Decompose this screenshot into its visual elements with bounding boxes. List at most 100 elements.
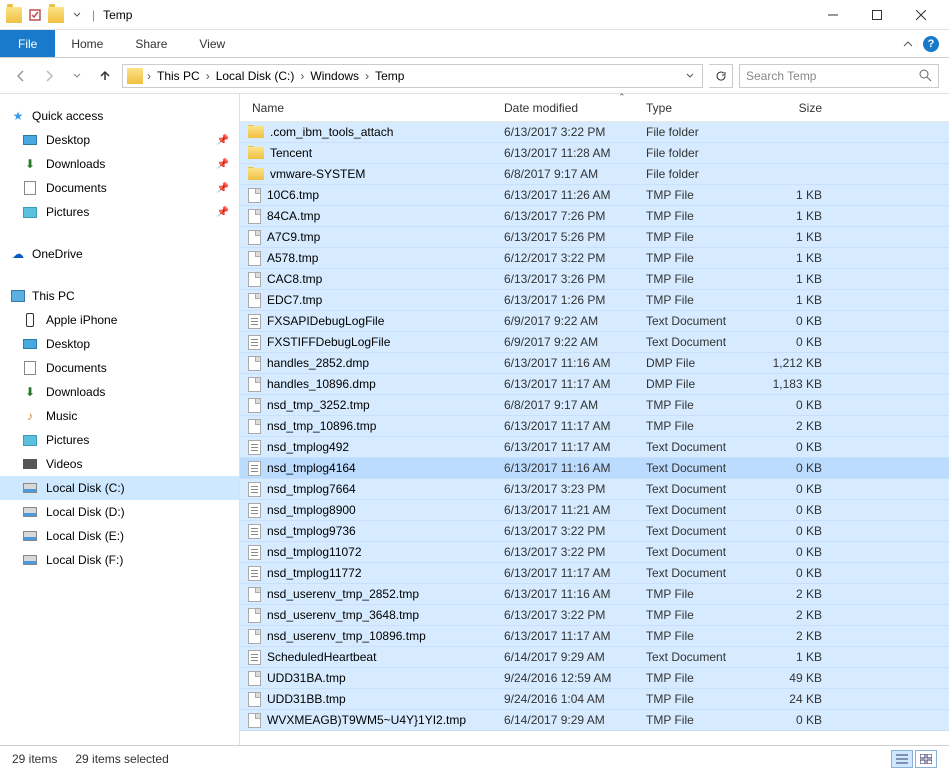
column-header-type[interactable]: Type [646, 101, 754, 115]
file-row[interactable]: handles_10896.dmp 6/13/2017 11:17 AM DMP… [240, 374, 949, 395]
details-view-button[interactable] [891, 750, 913, 768]
sidebar-item[interactable]: ♪ Music [0, 404, 239, 428]
file-row[interactable]: nsd_tmplog9736 6/13/2017 3:22 PM Text Do… [240, 521, 949, 542]
file-icon [248, 377, 261, 392]
share-tab[interactable]: Share [119, 30, 183, 57]
disk-icon [22, 504, 38, 520]
file-name: UDD31BB.tmp [267, 692, 346, 706]
file-row[interactable]: UDD31BA.tmp 9/24/2016 12:59 AM TMP File … [240, 668, 949, 689]
sidebar-item[interactable]: Documents [0, 356, 239, 380]
file-name: Tencent [270, 146, 312, 160]
close-button[interactable] [899, 1, 943, 29]
file-row[interactable]: handles_2852.dmp 6/13/2017 11:16 AM DMP … [240, 353, 949, 374]
file-row[interactable]: FXSAPIDebugLogFile 6/9/2017 9:22 AM Text… [240, 311, 949, 332]
ribbon-expand-icon[interactable] [903, 39, 913, 49]
this-pc-header[interactable]: This PC [0, 284, 239, 308]
sidebar-item[interactable]: ⬇ Downloads [0, 380, 239, 404]
chevron-right-icon[interactable]: › [204, 69, 212, 83]
file-row[interactable]: Tencent 6/13/2017 11:28 AM File folder [240, 143, 949, 164]
qa-dropdown-icon[interactable] [66, 4, 88, 26]
file-row[interactable]: FXSTIFFDebugLogFile 6/9/2017 9:22 AM Tex… [240, 332, 949, 353]
breadcrumb-windows[interactable]: Windows [306, 65, 363, 87]
maximize-button[interactable] [855, 1, 899, 29]
file-row[interactable]: A7C9.tmp 6/13/2017 5:26 PM TMP File 1 KB [240, 227, 949, 248]
file-row[interactable]: nsd_userenv_tmp_3648.tmp 6/13/2017 3:22 … [240, 605, 949, 626]
file-row[interactable]: nsd_tmplog492 6/13/2017 11:17 AM Text Do… [240, 437, 949, 458]
chevron-right-icon[interactable]: › [363, 69, 371, 83]
file-row[interactable]: nsd_tmp_3252.tmp 6/8/2017 9:17 AM TMP Fi… [240, 395, 949, 416]
breadcrumb-this-pc[interactable]: This PC [153, 65, 204, 87]
column-header-size[interactable]: Size [754, 101, 832, 115]
file-icon [248, 419, 261, 434]
forward-button[interactable] [38, 65, 60, 87]
sidebar-item-label: Documents [46, 361, 107, 375]
breadcrumb-drive[interactable]: Local Disk (C:) [212, 65, 299, 87]
file-row[interactable]: A578.tmp 6/12/2017 3:22 PM TMP File 1 KB [240, 248, 949, 269]
file-icon [248, 713, 261, 728]
quick-access-header[interactable]: ★ Quick access [0, 104, 239, 128]
view-tab[interactable]: View [183, 30, 241, 57]
file-row[interactable]: 10C6.tmp 6/13/2017 11:26 AM TMP File 1 K… [240, 185, 949, 206]
navigation-pane[interactable]: ★ Quick access Desktop 📌 ⬇ Downloads 📌 D… [0, 94, 240, 745]
minimize-button[interactable] [811, 1, 855, 29]
sidebar-item[interactable]: Local Disk (D:) [0, 500, 239, 524]
file-icon [248, 188, 261, 203]
file-row[interactable]: ScheduledHeartbeat 6/14/2017 9:29 AM Tex… [240, 647, 949, 668]
file-row[interactable]: nsd_tmplog11072 6/13/2017 3:22 PM Text D… [240, 542, 949, 563]
address-dropdown-icon[interactable] [686, 72, 694, 80]
address-bar[interactable]: › This PC › Local Disk (C:) › Windows › … [122, 64, 703, 88]
file-row[interactable]: nsd_tmp_10896.tmp 6/13/2017 11:17 AM TMP… [240, 416, 949, 437]
text-file-icon [248, 524, 261, 539]
file-row[interactable]: CAC8.tmp 6/13/2017 3:26 PM TMP File 1 KB [240, 269, 949, 290]
text-file-icon [248, 314, 261, 329]
up-button[interactable] [94, 65, 116, 87]
file-row[interactable]: nsd_tmplog11772 6/13/2017 11:17 AM Text … [240, 563, 949, 584]
file-date: 6/13/2017 11:26 AM [504, 188, 646, 202]
file-row[interactable]: EDC7.tmp 6/13/2017 1:26 PM TMP File 1 KB [240, 290, 949, 311]
back-button[interactable] [10, 65, 32, 87]
chevron-right-icon[interactable]: › [145, 69, 153, 83]
sidebar-item[interactable]: Local Disk (F:) [0, 548, 239, 572]
qa-properties-icon[interactable] [24, 4, 46, 26]
sidebar-item[interactable]: Desktop 📌 [0, 128, 239, 152]
sidebar-item[interactable]: Documents 📌 [0, 176, 239, 200]
help-icon[interactable]: ? [923, 36, 939, 52]
file-row[interactable]: nsd_tmplog7664 6/13/2017 3:23 PM Text Do… [240, 479, 949, 500]
thumbnails-view-button[interactable] [915, 750, 937, 768]
sidebar-item[interactable]: Pictures [0, 428, 239, 452]
file-row[interactable]: UDD31BB.tmp 9/24/2016 1:04 AM TMP File 2… [240, 689, 949, 710]
recent-dropdown-icon[interactable] [66, 65, 88, 87]
onedrive-header[interactable]: ☁ OneDrive [0, 242, 239, 266]
breadcrumb-temp[interactable]: Temp [371, 65, 408, 87]
window-title: Temp [103, 8, 132, 22]
chevron-right-icon[interactable]: › [298, 69, 306, 83]
file-row[interactable]: nsd_userenv_tmp_2852.tmp 6/13/2017 11:16… [240, 584, 949, 605]
qa-newfolder-icon[interactable] [48, 7, 64, 23]
file-row[interactable]: nsd_userenv_tmp_10896.tmp 6/13/2017 11:1… [240, 626, 949, 647]
sidebar-item[interactable]: Apple iPhone [0, 308, 239, 332]
refresh-button[interactable] [709, 64, 733, 88]
file-rows[interactable]: .com_ibm_tools_attach 6/13/2017 3:22 PM … [240, 122, 949, 745]
sidebar-item[interactable]: Desktop [0, 332, 239, 356]
file-row[interactable]: vmware-SYSTEM 6/8/2017 9:17 AM File fold… [240, 164, 949, 185]
home-tab[interactable]: Home [55, 30, 119, 57]
downloads-icon: ⬇ [22, 384, 38, 400]
file-tab[interactable]: File [0, 30, 55, 57]
file-row[interactable]: WVXMEAGB)T9WM5~U4Y}1YI2.tmp 6/14/2017 9:… [240, 710, 949, 731]
file-row[interactable]: nsd_tmplog4164 6/13/2017 11:16 AM Text D… [240, 458, 949, 479]
sidebar-item[interactable]: ⬇ Downloads 📌 [0, 152, 239, 176]
nav-bar: › This PC › Local Disk (C:) › Windows › … [0, 58, 949, 94]
sidebar-item[interactable]: Videos [0, 452, 239, 476]
search-input[interactable] [746, 69, 919, 83]
file-row[interactable]: nsd_tmplog8900 6/13/2017 11:21 AM Text D… [240, 500, 949, 521]
file-type: TMP File [646, 629, 754, 643]
sidebar-item[interactable]: Pictures 📌 [0, 200, 239, 224]
file-row[interactable]: 84CA.tmp 6/13/2017 7:26 PM TMP File 1 KB [240, 206, 949, 227]
search-box[interactable] [739, 64, 939, 88]
file-row[interactable]: .com_ibm_tools_attach 6/13/2017 3:22 PM … [240, 122, 949, 143]
search-icon[interactable] [919, 69, 932, 82]
file-name: nsd_tmp_10896.tmp [267, 419, 376, 433]
sidebar-item[interactable]: Local Disk (E:) [0, 524, 239, 548]
column-header-name[interactable]: Name [248, 101, 504, 115]
sidebar-item[interactable]: Local Disk (C:) [0, 476, 239, 500]
